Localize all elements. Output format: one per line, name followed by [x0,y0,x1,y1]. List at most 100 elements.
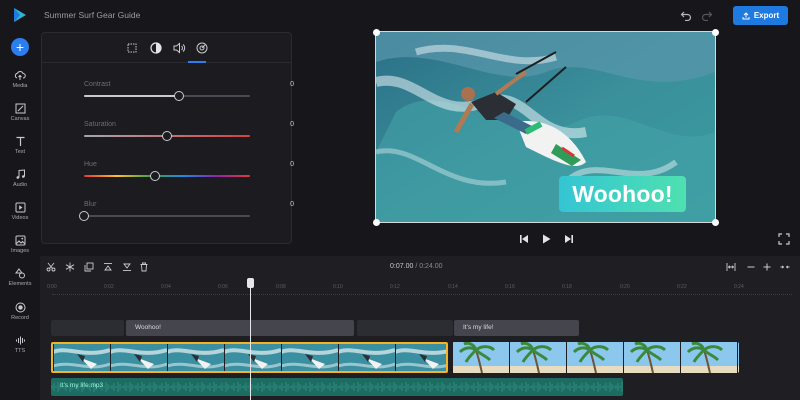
image-icon [15,235,25,246]
audio-waveform [51,378,623,396]
sidebar-item-videos[interactable]: Videos [0,202,40,232]
sidebar-item-label: TTS [14,348,26,354]
fullscreen-icon[interactable] [778,233,790,245]
preview-area: Woohoo! [300,29,800,256]
sidebar-item-label: Canvas [10,116,30,122]
fit-timeline-icon[interactable] [726,262,736,272]
contrast-fill [84,95,179,97]
sidebar-item-tts[interactable]: TTS [0,335,40,365]
upload-cloud-icon [14,71,26,80]
left-sidebar: + Media Canvas Text Audio Videos Images … [0,32,40,400]
align-bottom-icon[interactable] [122,262,132,272]
hue-value: 0 [290,161,294,168]
sidebar-item-images[interactable]: Images [0,235,40,265]
video-clip-palms[interactable] [452,342,739,373]
top-bar: Summer Surf Gear Guide Export [0,0,800,32]
trash-icon[interactable] [139,262,149,272]
zoom-in-icon[interactable] [762,262,772,272]
skip-forward-icon[interactable] [563,233,575,245]
saturation-slider[interactable] [84,131,250,141]
document-title[interactable]: Summer Surf Gear Guide [44,10,140,20]
ruler-tick: 0:18 [562,284,572,290]
scissors-icon[interactable] [46,262,56,272]
sidebar-item-label: Elements [8,281,32,287]
sidebar-item-label: Videos [11,215,29,221]
sidebar-item-label: Images [10,248,30,254]
contrast-value: 0 [290,81,294,88]
ruler-tick: 0:06 [218,284,228,290]
adjust-panel: Contrast 0 Saturation 0 Hue 0 Blur 0 [41,32,294,244]
text-clip-its-my-life[interactable]: It's my life! [454,320,579,336]
text-clip-gap [357,320,453,336]
timeline: 0:07.00 / 0:24.00 0:00 0:02 0:04 0:06 0:… [40,256,800,400]
hue-label: Hue [84,161,97,168]
resize-handle-bottom-left[interactable] [373,219,380,226]
music-note-icon [16,169,25,179]
speaker-icon[interactable] [172,41,186,55]
skip-back-icon[interactable] [518,233,530,245]
freeze-icon[interactable] [65,262,75,272]
time-ruler[interactable]: 0:00 0:02 0:04 0:06 0:08 0:10 0:12 0:14 … [40,280,800,295]
ruler-tick: 0:14 [448,284,458,290]
audio-clip[interactable]: It's my life.mp3 [51,378,623,396]
text-icon [16,136,24,146]
zoom-out-icon[interactable] [746,262,756,272]
overlay-text-woohoo[interactable]: Woohoo! [559,176,686,212]
sidebar-item-media[interactable]: Media [0,70,40,100]
crop-icon[interactable] [125,41,139,55]
ruler-tick: 0:00 [47,284,57,290]
timecode: 0:07.00 / 0:24.00 [390,263,443,270]
time-separator: / [415,263,418,270]
palm-thumbnails [452,342,739,373]
blur-slider-row: Blur 0 [79,201,294,231]
ruler-tick: 0:10 [333,284,343,290]
ruler-dots [52,294,792,295]
contrast-label: Contrast [84,81,111,88]
blur-thumb[interactable] [79,211,89,221]
sidebar-item-canvas[interactable]: Canvas [0,103,40,133]
undo-icon[interactable] [680,9,692,21]
saturation-slider-row: Saturation 0 [84,121,294,151]
text-clip-woohoo[interactable]: Woohoo! [126,320,354,336]
saturation-thumb[interactable] [162,131,172,141]
sidebar-item-label: Text [14,149,26,155]
hue-thumb[interactable] [150,171,161,181]
contrast-slider-row: Contrast 0 [84,81,294,111]
video-play-icon [15,202,25,213]
export-upload-icon [742,11,750,19]
app-logo-icon[interactable] [11,6,29,24]
ruler-tick: 0:04 [161,284,171,290]
collapse-timeline-icon[interactable] [780,262,790,272]
saturation-value: 0 [290,121,294,128]
blur-slider[interactable] [79,211,250,221]
waveform-icon [15,336,25,345]
sidebar-item-audio[interactable]: Audio [0,169,40,199]
speed-icon[interactable] [195,41,209,55]
hue-slider-row: Hue 0 [84,161,294,191]
playhead-handle[interactable] [247,278,254,288]
sidebar-item-record[interactable]: Record [0,302,40,332]
hue-slider[interactable] [84,171,250,181]
align-top-icon[interactable] [103,262,113,272]
shapes-icon [14,268,25,279]
sidebar-item-elements[interactable]: Elements [0,268,40,298]
contrast-thumb[interactable] [173,91,184,101]
add-button[interactable]: + [11,38,29,56]
export-button[interactable]: Export [733,6,788,25]
redo-icon[interactable] [701,9,713,21]
contrast-circle-icon[interactable] [149,41,163,55]
sidebar-item-text[interactable]: Text [0,136,40,166]
blur-value: 0 [290,201,294,208]
panel-tab-bar [42,33,291,63]
resize-handle-top-left[interactable] [373,29,380,36]
sidebar-item-label: Media [12,83,28,89]
duplicate-icon[interactable] [84,262,94,272]
ruler-tick: 0:22 [677,284,687,290]
saturation-label: Saturation [84,121,116,128]
resize-handle-bottom-right[interactable] [712,219,719,226]
resize-handle-top-right[interactable] [712,29,719,36]
timeline-toolbar: 0:07.00 / 0:24.00 [40,256,800,278]
play-icon[interactable] [540,233,552,245]
contrast-slider[interactable] [84,91,250,101]
video-preview[interactable]: Woohoo! [375,31,716,223]
